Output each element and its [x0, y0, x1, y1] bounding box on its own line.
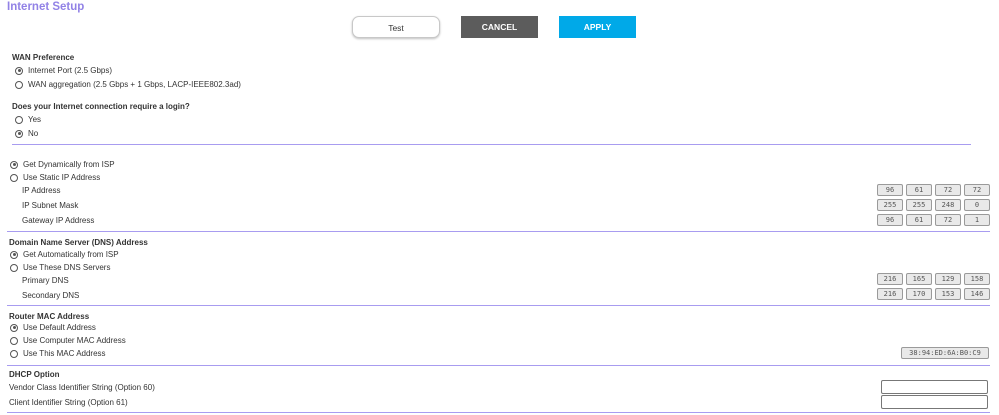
dns-option-auto[interactable]: Get Automatically from ISP: [10, 250, 119, 259]
ip-option-static[interactable]: Use Static IP Address: [10, 173, 100, 182]
wan-option-aggregation[interactable]: WAN aggregation (2.5 Gbps + 1 Gbps, LACP…: [15, 80, 241, 89]
subnet-octet-2: 255: [906, 199, 932, 211]
gateway-octet-4: 1: [964, 214, 990, 226]
primary-dns-octet-4: 158: [964, 273, 990, 285]
radio-label: Use Static IP Address: [23, 173, 101, 182]
secondary-dns-octet-4: 146: [964, 288, 990, 300]
radio-label: Get Dynamically from ISP: [23, 160, 115, 169]
gateway-octet-2: 61: [906, 214, 932, 226]
radio-icon[interactable]: [15, 115, 23, 124]
subnet-octet-4: 0: [964, 199, 990, 211]
apply-button[interactable]: APPLY: [559, 16, 636, 38]
ip-option-dynamic[interactable]: Get Dynamically from ISP: [10, 160, 115, 169]
separator: [7, 305, 990, 306]
primary-dns-octet-2: 165: [906, 273, 932, 285]
radio-label: Use These DNS Servers: [23, 263, 111, 272]
radio-label: Yes: [28, 115, 42, 124]
separator: [12, 144, 971, 145]
dns-option-manual[interactable]: Use These DNS Servers: [10, 263, 110, 272]
mac-option-computer[interactable]: Use Computer MAC Address: [10, 336, 126, 345]
mac-option-default[interactable]: Use Default Address: [10, 323, 96, 332]
vendor-class-label: Vendor Class Identifier String (Option 6…: [9, 383, 155, 392]
radio-checked-icon[interactable]: [10, 250, 18, 259]
subnet-octet-3: 248: [935, 199, 961, 211]
subnet-mask-label: IP Subnet Mask: [22, 201, 79, 210]
test-button[interactable]: Test: [352, 16, 440, 38]
radio-label: Internet Port (2.5 Gbps): [28, 66, 113, 75]
radio-checked-icon[interactable]: [10, 323, 18, 332]
radio-icon[interactable]: [10, 173, 18, 182]
vendor-class-input[interactable]: [881, 380, 988, 394]
radio-icon[interactable]: [10, 336, 18, 345]
secondary-dns-octet-1: 216: [877, 288, 903, 300]
dns-heading: Domain Name Server (DNS) Address: [9, 238, 148, 247]
secondary-dns-label: Secondary DNS: [22, 291, 80, 300]
gateway-octet-1: 96: [877, 214, 903, 226]
ip-address-octet-1: 96: [877, 184, 903, 196]
radio-checked-icon[interactable]: [10, 160, 18, 169]
radio-label: Get Automatically from ISP: [23, 250, 119, 259]
page-title: Internet Setup: [7, 1, 85, 13]
radio-label: WAN aggregation (2.5 Gbps + 1 Gbps, LACP…: [28, 80, 241, 89]
radio-label: Use Computer MAC Address: [23, 336, 126, 345]
radio-label: Use Default Address: [23, 323, 96, 332]
radio-icon[interactable]: [10, 349, 18, 358]
ip-address-octet-3: 72: [935, 184, 961, 196]
ip-address-octet-2: 61: [906, 184, 932, 196]
separator: [7, 231, 990, 232]
primary-dns-octet-3: 129: [935, 273, 961, 285]
dhcp-heading: DHCP Option: [9, 370, 60, 379]
gateway-ip-label: Gateway IP Address: [22, 216, 95, 225]
login-option-no[interactable]: No: [15, 129, 38, 138]
client-identifier-input[interactable]: [881, 395, 988, 409]
primary-dns-label: Primary DNS: [22, 276, 69, 285]
separator: [7, 412, 990, 413]
login-question: Does your Internet connection require a …: [12, 102, 190, 111]
mac-heading: Router MAC Address: [9, 312, 90, 321]
separator: [7, 365, 990, 366]
ip-address-octet-4: 72: [964, 184, 990, 196]
radio-icon[interactable]: [15, 80, 23, 89]
wan-option-internet-port[interactable]: Internet Port (2.5 Gbps): [15, 66, 112, 75]
radio-checked-icon[interactable]: [15, 66, 23, 75]
login-option-yes[interactable]: Yes: [15, 115, 41, 124]
radio-label: No: [28, 129, 39, 138]
gateway-octet-3: 72: [935, 214, 961, 226]
radio-icon[interactable]: [10, 263, 18, 272]
radio-label: Use This MAC Address: [23, 349, 106, 358]
mac-option-custom[interactable]: Use This MAC Address: [10, 349, 106, 358]
cancel-button[interactable]: CANCEL: [461, 16, 538, 38]
secondary-dns-octet-2: 170: [906, 288, 932, 300]
primary-dns-octet-1: 216: [877, 273, 903, 285]
secondary-dns-octet-3: 153: [935, 288, 961, 300]
mac-address-field: 38:94:ED:6A:B0:C9: [901, 347, 989, 359]
client-identifier-label: Client Identifier String (Option 61): [9, 398, 128, 407]
ip-address-label: IP Address: [22, 186, 61, 195]
wan-preference-heading: WAN Preference: [12, 53, 75, 62]
radio-checked-icon[interactable]: [15, 129, 23, 138]
subnet-octet-1: 255: [877, 199, 903, 211]
